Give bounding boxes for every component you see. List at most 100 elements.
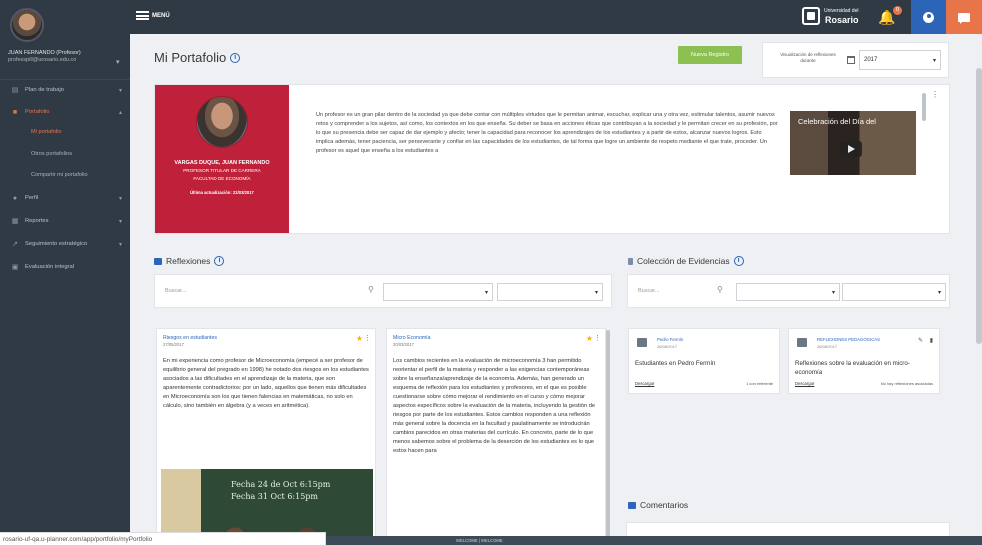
chevron-down-icon: ▾ [118,195,122,202]
logo-big-text: Rosario [824,15,859,25]
evidencias-title: Colección de Evidencias [637,256,730,266]
notification-badge: 0 [893,6,902,15]
video-player[interactable]: Celebración del Día del [790,111,916,175]
sidebar-subitem-otros-portafolios[interactable]: Otros portafolios [0,145,130,163]
sidebar-item-label: Evaluación integral [25,264,74,270]
search-icon[interactable]: ⚲ [368,285,374,294]
sidebar-subitem-mi-portafolio[interactable]: Mi portafolio [0,123,130,141]
profile-card: VARGAS DUQUE, JUAN FERNANDO PROFESOR TIT… [154,84,950,234]
evidence-date: 26/08/2017 [657,344,678,349]
video-title: Celebración del Día del [798,117,876,126]
sidebar-item-evaluacion[interactable]: ▣ Evaluación integral [0,257,130,277]
evidence-count: 1 con referente [746,381,773,386]
sidebar-item-label: Reportes [25,218,49,224]
user-icon: ● [12,194,18,202]
user-circle-icon [923,11,934,23]
new-record-button[interactable]: Nueva Registro [678,46,742,64]
user-menu-button[interactable] [911,0,946,34]
profile-bio: Un profesor es un gran pilar dentro de l… [316,112,778,154]
chevron-down-icon: ▾ [118,87,122,94]
filter-select-2[interactable]: ▾ [842,283,946,301]
photo-board-text: Fecha 24 de Oct 6:15pm Fecha 31 Oct 6:15… [231,479,330,503]
info-icon[interactable]: i [733,256,744,266]
bell-icon[interactable]: 🔔 [878,9,895,25]
board-line-2: Fecha 31 Oct 6:15pm [231,492,318,501]
reflexiones-filter: Buscar... ⚲ ▾ ▾ [154,274,612,308]
sidebar-item-label: Perfil [25,195,39,201]
calendar-icon [847,56,855,64]
chevron-down-icon: ▾ [118,241,122,248]
search-input[interactable]: Buscar... [638,288,659,294]
top-bar: MENÚ Universidad del Rosario 🔔 0 [130,0,982,34]
trend-icon: ↗ [12,240,18,248]
chevron-down-icon: ▾ [118,218,122,225]
reflection-card[interactable]: Riesgos en estudiantes 27/05/2017 ★ ⋮ En… [156,328,376,545]
briefcase-icon: ■ [12,108,18,116]
filter-select-2[interactable]: ▾ [497,283,603,301]
filter-select-1[interactable]: ▾ [736,283,840,301]
kebab-menu-icon[interactable]: ⋮ [594,334,601,342]
reflection-card[interactable]: Micro Economía 20/03/2017 ★ ⋮ Los cambio… [386,328,606,545]
chat-bubble-icon [154,257,162,265]
edit-icon[interactable]: ✎ [918,337,923,344]
profile-name: VARGAS DUQUE, JUAN FERNANDO [174,160,270,166]
trash-icon[interactable]: ▮ [930,337,933,344]
caret-down-icon: ▾ [484,290,488,296]
board-line-1: Fecha 24 de Oct 6:15pm [231,480,331,489]
sidebar-item-portafolio[interactable]: ■ Portafolio ▴ [0,102,130,122]
period-filter: Visualización de reflexiones durante 201… [762,42,949,78]
reflection-title[interactable]: Micro Economía [393,335,430,341]
sidebar-subitem-compartir[interactable]: Compartir mi portafolio [0,166,130,184]
comment-icon [628,501,636,509]
sidebar-item-perfil[interactable]: ● Perfil ▾ [0,188,130,208]
chat-button[interactable] [946,0,982,34]
logo-text: Universidad del Rosario [824,7,858,25]
profile-faculty: FACULTAD DE ECONOMÍA [193,176,251,181]
main-content: Mi Portafolio i Nueva Registro Visualiza… [130,34,982,545]
main-scrollbar[interactable] [976,68,982,344]
sidebar-item-seguimiento[interactable]: ↗ Seguimiento estratégico ▾ [0,234,130,254]
star-icon[interactable]: ★ [586,334,593,343]
bio-scrollbar[interactable] [922,93,926,121]
avatar[interactable] [10,8,44,42]
period-label: Visualización de reflexiones durante [780,52,836,63]
comentarios-title: Comentarios [640,500,689,510]
play-icon[interactable] [840,141,862,157]
period-select[interactable]: 2017 ▾ [859,50,941,70]
app: JUAN FERNANDO (Profesor) professpill@uro… [0,0,982,545]
kebab-menu-icon[interactable]: ⋮ [931,91,939,99]
reflexiones-title: Reflexiones [166,256,211,266]
caret-down-icon: ▾ [594,290,598,296]
page-title: Mi Portafolio i [154,50,241,65]
sidebar-subitem-label: Otros portafolios [31,151,73,157]
sidebar-item-plan[interactable]: ▤ Plan de trabajo ▾ [0,80,130,100]
star-icon[interactable]: ★ [356,334,363,343]
profile-photo [196,96,248,148]
evidencias-filter: Buscar... ⚲ ▾ ▾ [627,274,950,308]
download-link[interactable]: Descargar [795,381,814,386]
evidence-card[interactable]: Pedro Fermín 26/08/2017 Estudiantes en P… [628,328,780,394]
menu-button[interactable]: MENÚ [136,11,170,20]
evidence-date: 26/08/2017 [817,344,838,349]
document-icon [797,338,807,347]
search-icon[interactable]: ⚲ [717,285,723,294]
filter-select-1[interactable]: ▾ [383,283,493,301]
reflection-body: En mi experiencia como profesor de Micro… [163,358,369,409]
kebab-menu-icon[interactable]: ⋮ [364,334,371,342]
sidebar-item-reportes[interactable]: ▦ Reportes ▾ [0,211,130,231]
caret-down-icon: ▾ [937,290,941,296]
chevron-down-icon[interactable]: ▾ [116,58,120,66]
footer-text: WELCOME | WELCOME [456,538,503,543]
info-icon[interactable]: i [214,256,225,266]
reflection-title[interactable]: Riesgos en estudiantes [163,335,217,341]
sidebar-profile[interactable] [0,0,130,80]
user-email: professpill@urosario.edu.co [8,57,77,63]
info-icon[interactable]: i [230,52,241,63]
reflexiones-scrollbar[interactable] [606,330,610,545]
evidence-type: REFLEXIONES PEDAGÓGICAS [817,337,881,342]
download-link[interactable]: Descargar [635,381,654,386]
search-input[interactable]: Buscar... [165,288,186,294]
evidence-card[interactable]: REFLEXIONES PEDAGÓGICAS 26/08/2017 ✎ ▮ R… [788,328,940,394]
sidebar-item-label: Plan de trabajo [25,87,64,93]
status-bar-url: rosario-uf-qa.u-planner.com/app/portfoli… [0,532,326,545]
